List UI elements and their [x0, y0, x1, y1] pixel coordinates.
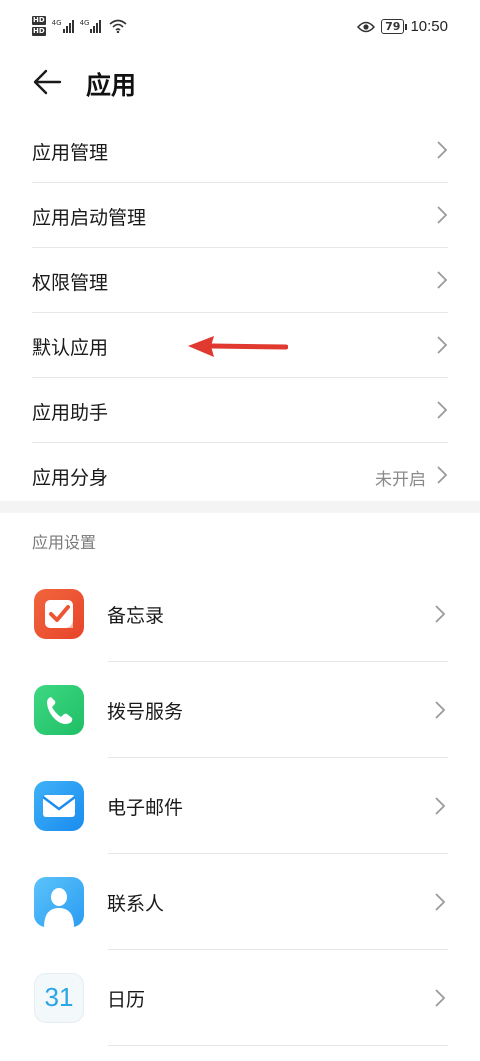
menu-item-app-twin[interactable]: 应用分身 未开启	[32, 443, 448, 507]
status-right: 79 10:50	[357, 18, 448, 35]
app-label: 拨号服务	[107, 701, 184, 723]
chevron-right-icon	[435, 701, 446, 719]
menu-item-label: 权限管理	[32, 272, 109, 294]
menu-item-label: 应用管理	[32, 142, 109, 164]
app-label: 联系人	[107, 893, 165, 915]
menu-item-label: 应用分身	[32, 467, 109, 489]
wifi-icon	[109, 19, 127, 33]
menu-item-label: 应用助手	[32, 402, 109, 424]
annotation-arrow-icon	[188, 336, 288, 357]
app-item-dialer[interactable]: 拨号服务	[0, 662, 480, 758]
chevron-right-icon	[437, 206, 448, 224]
header: 应用	[0, 58, 480, 106]
contacts-icon	[34, 877, 84, 927]
menu-item-app-startup[interactable]: 应用启动管理	[32, 183, 448, 248]
eye-icon	[357, 21, 376, 32]
chevron-right-icon	[437, 271, 448, 289]
chevron-right-icon	[435, 989, 446, 1007]
battery-indicator: 79	[381, 19, 408, 34]
menu-item-app-management[interactable]: 应用管理	[32, 118, 448, 183]
menu-item-permissions[interactable]: 权限管理	[32, 248, 448, 313]
calendar-icon: 31	[34, 973, 84, 1023]
app-label: 备忘录	[107, 605, 165, 627]
network-type: 4G	[79, 19, 90, 27]
section-title: 应用设置	[32, 533, 97, 552]
hd-badges: HD HD	[32, 16, 46, 36]
menu-item-label: 应用启动管理	[32, 207, 147, 229]
status-left: HD HD 4G 4G	[32, 16, 127, 36]
chevron-right-icon	[435, 797, 446, 815]
page-title: 应用	[86, 71, 137, 100]
app-item-email[interactable]: 电子邮件	[0, 758, 480, 854]
phone-icon	[34, 685, 84, 735]
app-settings-list: 备忘录 拨号服务 电子邮件 联系人 31 日历	[0, 566, 480, 1046]
chevron-right-icon	[437, 466, 448, 484]
app-label: 电子邮件	[107, 797, 184, 819]
menu-item-label: 默认应用	[32, 337, 109, 359]
section-divider	[0, 501, 480, 513]
status-bar: HD HD 4G 4G 79 10:50	[0, 0, 480, 56]
signal-icon: 4G	[80, 19, 102, 33]
email-icon	[34, 781, 84, 831]
menu-item-status: 未开启	[375, 470, 426, 490]
chevron-right-icon	[437, 141, 448, 159]
app-item-notes[interactable]: 备忘录	[0, 566, 480, 662]
clock: 10:50	[410, 18, 448, 35]
chevron-right-icon	[437, 336, 448, 354]
divider	[108, 1045, 448, 1046]
back-arrow-icon[interactable]	[32, 68, 62, 96]
signal-icon: 4G	[52, 19, 74, 33]
network-type: 4G	[51, 19, 62, 27]
chevron-right-icon	[435, 605, 446, 623]
calendar-icon-date: 31	[44, 982, 74, 1012]
app-item-calendar[interactable]: 31 日历	[0, 950, 480, 1046]
notes-icon	[34, 589, 84, 639]
menu-item-app-assistant[interactable]: 应用助手	[32, 378, 448, 443]
menu-list: 应用管理 应用启动管理 权限管理 默认应用 应用助手 应用分身 未开启	[0, 118, 480, 507]
chevron-right-icon	[435, 893, 446, 911]
app-item-contacts[interactable]: 联系人	[0, 854, 480, 950]
hd-badge: HD	[32, 16, 46, 25]
hd-badge: HD	[32, 27, 46, 36]
chevron-right-icon	[437, 401, 448, 419]
app-label: 日历	[107, 989, 146, 1011]
